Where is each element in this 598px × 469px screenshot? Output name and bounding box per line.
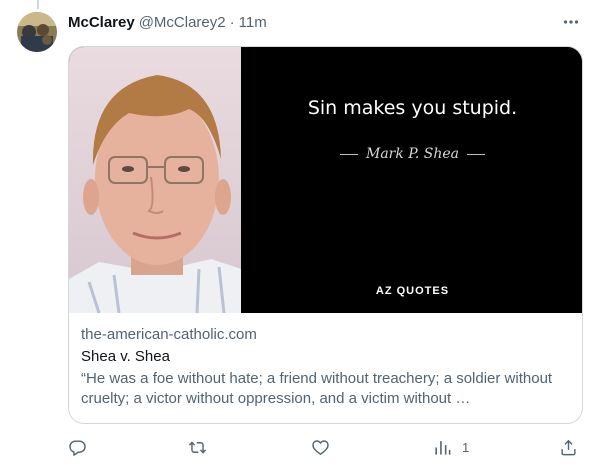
share-button[interactable] [559,436,578,458]
author-handle[interactable]: @McClarey2 [139,14,226,31]
card-image[interactable]: Sin makes you stupid. Mark P. Shea AZ QU… [69,47,582,314]
avatar[interactable] [17,12,57,52]
azquotes-logo: AZ QUOTES [375,285,450,297]
portrait-photo [69,47,241,314]
timestamp[interactable]: 11m [239,14,267,31]
link-card[interactable]: Sin makes you stupid. Mark P. Shea AZ QU… [68,46,583,424]
thread-connector [37,0,39,9]
share-icon [561,439,576,455]
author-rule-right [467,153,486,155]
retweet-button[interactable] [188,436,207,458]
author-name[interactable]: McClarey [68,14,135,31]
views-button[interactable]: 1 [433,436,469,458]
quote-author: Mark P. Shea [241,146,582,162]
quote-author-name: Mark P. Shea [365,146,460,162]
author-rule-left [339,153,358,155]
like-button[interactable] [311,436,330,458]
card-domain[interactable]: the-american-catholic.com [81,325,573,345]
card-title[interactable]: Shea v. Shea [81,347,573,367]
views-icon [435,440,451,455]
card-text[interactable]: the-american-catholic.com Shea v. Shea “… [81,325,573,409]
card-description[interactable]: “He was a foe without hate; a friend wit… [81,369,573,409]
heart-icon [312,439,329,455]
tweet-header: McClarey @McClarey2 · 11m [68,12,267,32]
reply-button[interactable] [68,436,87,458]
reply-icon [69,439,86,456]
quote-text: Sin makes you stupid. [307,97,518,119]
action-bar: 1 [68,436,583,458]
more-options-button[interactable] [561,12,581,32]
views-count: 1 [462,439,470,455]
quote-panel: Sin makes you stupid. Mark P. Shea AZ QU… [241,47,582,313]
separator-dot: · [229,13,235,31]
more-icon [563,20,579,24]
retweet-icon [188,440,207,454]
